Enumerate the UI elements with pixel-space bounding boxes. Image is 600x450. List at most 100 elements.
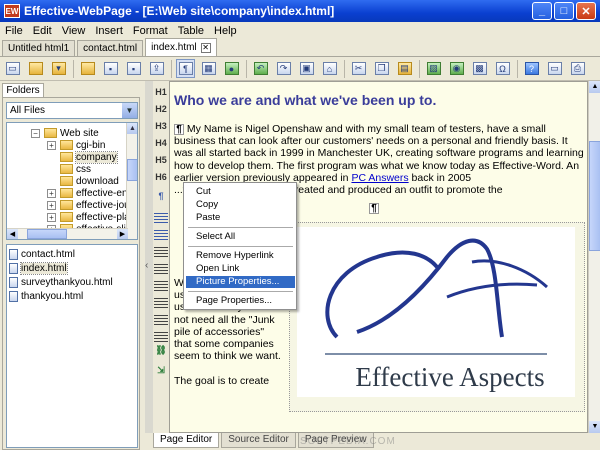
folder-up-icon[interactable]: [78, 59, 97, 78]
link-globe-icon[interactable]: ●: [222, 59, 241, 78]
heading4-button[interactable]: H4: [154, 136, 168, 150]
tab-close-icon[interactable]: ✕: [200, 42, 211, 53]
minimize-button[interactable]: _: [532, 2, 552, 20]
scroll-thumb[interactable]: [27, 229, 67, 239]
menu-insert[interactable]: Insert: [90, 25, 128, 37]
save-icon[interactable]: ▪: [101, 59, 120, 78]
menu-edit[interactable]: Edit: [28, 25, 57, 37]
context-open-link[interactable]: Open Link: [186, 263, 295, 275]
expand-icon[interactable]: +: [47, 140, 56, 150]
tree-item-effective-journ[interactable]: + effective-journ: [47, 199, 137, 211]
file-item-surveythankyou-html[interactable]: surveythankyou.html: [9, 276, 113, 289]
file-item-thankyou-html[interactable]: thankyou.html: [9, 290, 83, 303]
context-page-properties[interactable]: Page Properties...: [186, 295, 295, 307]
cut-icon[interactable]: ✂: [349, 59, 368, 78]
menu-format[interactable]: Format: [128, 25, 173, 37]
tab-untitled-html1[interactable]: Untitled html1: [2, 40, 76, 56]
justify-icon[interactable]: [154, 332, 168, 342]
bullet-list-icon[interactable]: [154, 213, 168, 223]
folder-tree: − Web site + cgi-bin company css downloa…: [6, 122, 138, 240]
pc-answers-link[interactable]: PC Answers: [351, 172, 408, 184]
context-picture-properties[interactable]: Picture Properties...: [186, 276, 295, 288]
insert-icon[interactable]: ⇲: [154, 363, 168, 377]
image-icon[interactable]: ▣: [297, 59, 316, 78]
context-cut[interactable]: Cut: [186, 186, 295, 198]
tree-item-cgi-bin[interactable]: + cgi-bin: [47, 139, 105, 151]
paragraph-marks-icon[interactable]: ¶: [176, 59, 195, 78]
align-left-icon[interactable]: [154, 281, 168, 291]
link-icon[interactable]: ⛓: [154, 343, 168, 357]
media-icon[interactable]: ▩: [470, 59, 489, 78]
heading2-button[interactable]: H2: [154, 102, 168, 116]
image-insert-icon[interactable]: ▨: [424, 59, 443, 78]
tree-item-effective-plan[interactable]: + effective-plan: [47, 211, 135, 223]
tab-source-editor[interactable]: Source Editor: [221, 433, 296, 448]
home-icon[interactable]: ⌂: [320, 59, 339, 78]
numbered-list-icon[interactable]: [154, 230, 168, 240]
heading6-button[interactable]: H6: [154, 170, 168, 184]
expand-icon[interactable]: +: [47, 200, 56, 210]
open-dropdown-icon[interactable]: ▾: [49, 59, 68, 78]
heading5-button[interactable]: H5: [154, 153, 168, 167]
tree-item-download[interactable]: download: [60, 175, 119, 187]
help-icon[interactable]: ?: [522, 59, 541, 78]
expand-icon[interactable]: +: [47, 188, 56, 198]
tree-item-web-site[interactable]: − Web site: [31, 127, 99, 139]
scroll-thumb[interactable]: [589, 141, 600, 251]
file-filter-select[interactable]: All Files ▼: [6, 102, 138, 119]
file-item-contact-html[interactable]: contact.html: [9, 248, 75, 261]
table-grid-icon[interactable]: ▦: [199, 59, 218, 78]
preview-icon[interactable]: ▭: [545, 59, 564, 78]
new-document-icon[interactable]: ▭: [3, 59, 22, 78]
context-select-all[interactable]: Select All: [186, 231, 295, 243]
menu-help[interactable]: Help: [209, 25, 242, 37]
open-folder-icon[interactable]: [26, 59, 45, 78]
copy-icon[interactable]: ❐: [372, 59, 391, 78]
context-paste[interactable]: Paste: [186, 212, 295, 224]
align-center-icon[interactable]: [154, 298, 168, 308]
color-icon[interactable]: ◉: [447, 59, 466, 78]
scroll-down-icon[interactable]: ▼: [589, 421, 600, 433]
tree-item-company[interactable]: company: [60, 150, 118, 164]
goal-text: The goal is to create: [174, 374, 270, 387]
paste-icon[interactable]: ▤: [395, 59, 414, 78]
context-remove-hyperlink[interactable]: Remove Hyperlink: [186, 250, 295, 262]
tab-folders[interactable]: Folders: [2, 83, 44, 98]
heading1-button[interactable]: H1: [154, 85, 168, 99]
outdent-icon[interactable]: [154, 247, 168, 257]
scroll-thumb[interactable]: [127, 159, 137, 181]
file-item-index-html[interactable]: index.html: [9, 262, 68, 275]
special-char-icon[interactable]: Ω: [493, 59, 512, 78]
align-right-icon[interactable]: [154, 315, 168, 325]
chevron-down-icon[interactable]: ▼: [122, 103, 137, 118]
tree-vertical-scrollbar[interactable]: ▲: [126, 123, 137, 239]
heading3-button[interactable]: H3: [154, 119, 168, 133]
indent-icon[interactable]: [154, 264, 168, 274]
tab-index-html[interactable]: index.html ✕: [145, 38, 217, 56]
menu-table[interactable]: Table: [173, 25, 209, 37]
menu-view[interactable]: View: [57, 25, 91, 37]
undo-icon[interactable]: ↶: [251, 59, 270, 78]
scroll-right-icon[interactable]: ▶: [117, 229, 128, 239]
scroll-up-icon[interactable]: ▲: [127, 123, 137, 134]
print-icon[interactable]: ⎙: [568, 59, 587, 78]
expand-icon[interactable]: +: [47, 212, 56, 222]
context-copy[interactable]: Copy: [186, 199, 295, 211]
collapse-panel-icon[interactable]: ‹: [145, 260, 148, 271]
tree-item-css[interactable]: css: [60, 163, 91, 175]
save-all-icon[interactable]: ▪: [124, 59, 143, 78]
maximize-button[interactable]: □: [554, 2, 574, 20]
tree-horizontal-scrollbar[interactable]: ◀ ▶: [7, 228, 128, 239]
publish-icon[interactable]: ⇪: [147, 59, 166, 78]
menu-file[interactable]: File: [0, 25, 28, 37]
redo-icon[interactable]: ↷: [274, 59, 293, 78]
close-button[interactable]: ✕: [576, 2, 596, 20]
tab-contact-html[interactable]: contact.html: [77, 40, 144, 56]
scroll-up-icon[interactable]: ▲: [589, 81, 600, 93]
editor-vertical-scrollbar[interactable]: ▲ ▼: [588, 81, 600, 433]
tree-item-effective-engl[interactable]: + effective-engl: [47, 187, 135, 199]
scroll-left-icon[interactable]: ◀: [7, 229, 18, 239]
collapse-icon[interactable]: −: [31, 128, 40, 138]
paragraph-icon[interactable]: ¶: [154, 189, 168, 203]
tab-page-editor[interactable]: Page Editor: [153, 433, 220, 448]
